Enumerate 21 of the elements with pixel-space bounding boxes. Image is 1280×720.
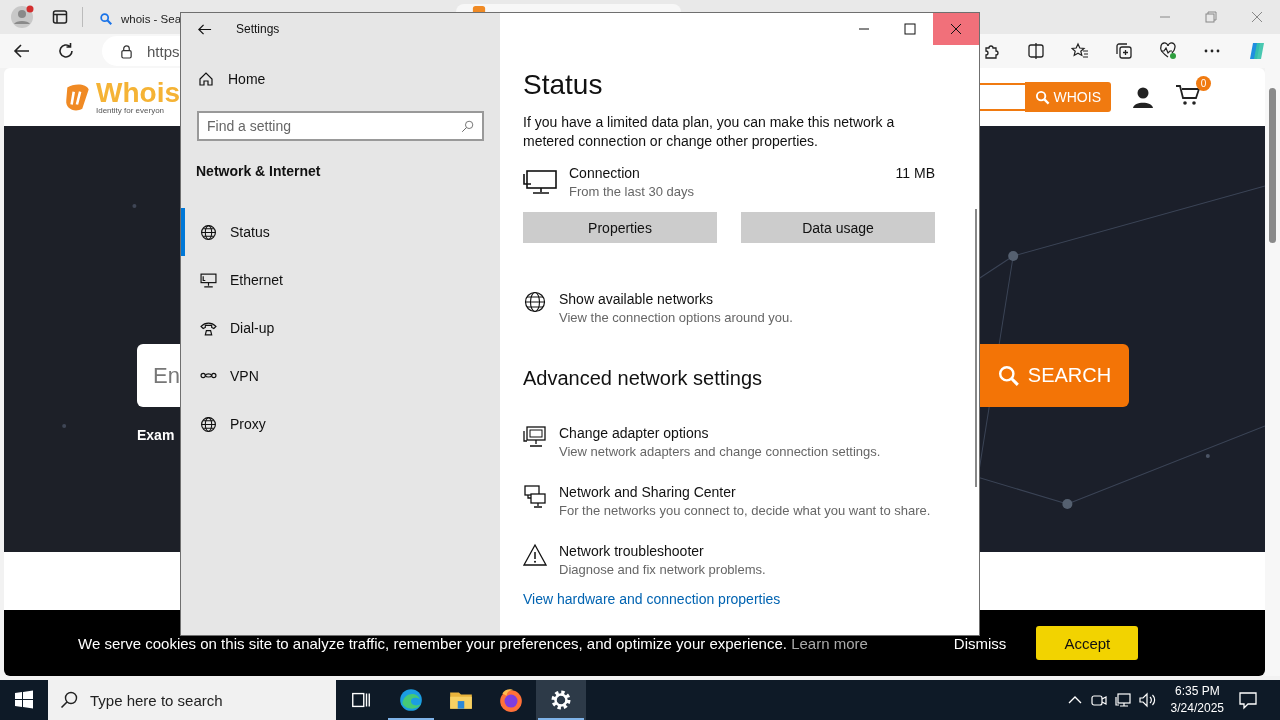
item-description: For the networks you connect to, decide what you want to share. <box>559 503 931 518</box>
section-heading: Advanced network settings <box>523 367 764 390</box>
cart-count: 0 <box>1196 76 1211 91</box>
item-description: View the connection options around you. <box>559 310 793 325</box>
item-title: Show available networks <box>559 291 715 307</box>
example-text: Exam <box>137 427 175 443</box>
section-heading: Network & Internet <box>196 163 322 179</box>
description-text: If you have a limited data plan, you can make this network a metered connection or change other properties. <box>523 113 896 151</box>
item-title: Network troubleshooter <box>559 543 705 559</box>
item-description: Diagnose and fix network problems. <box>559 562 766 577</box>
logo-text: Whois <box>96 79 180 107</box>
logo-tagline: Identity for everyon <box>96 107 166 115</box>
connection-name: Connection <box>569 165 641 181</box>
connection-period: From the last 30 days <box>569 184 695 199</box>
item-description: View network adapters and change connection settings. <box>559 444 881 459</box>
page-heading: Status <box>523 69 604 101</box>
item-title: Network and Sharing Center <box>559 484 737 500</box>
cookie-message: We serve cookies on this site to analyze traffic, remember your preferences, and optimize your experience. Learn more <box>78 634 868 652</box>
window-title: Settings <box>236 22 280 36</box>
data-usage-amount: 11 MB <box>895 165 935 181</box>
item-title: Change adapter options <box>559 425 710 441</box>
